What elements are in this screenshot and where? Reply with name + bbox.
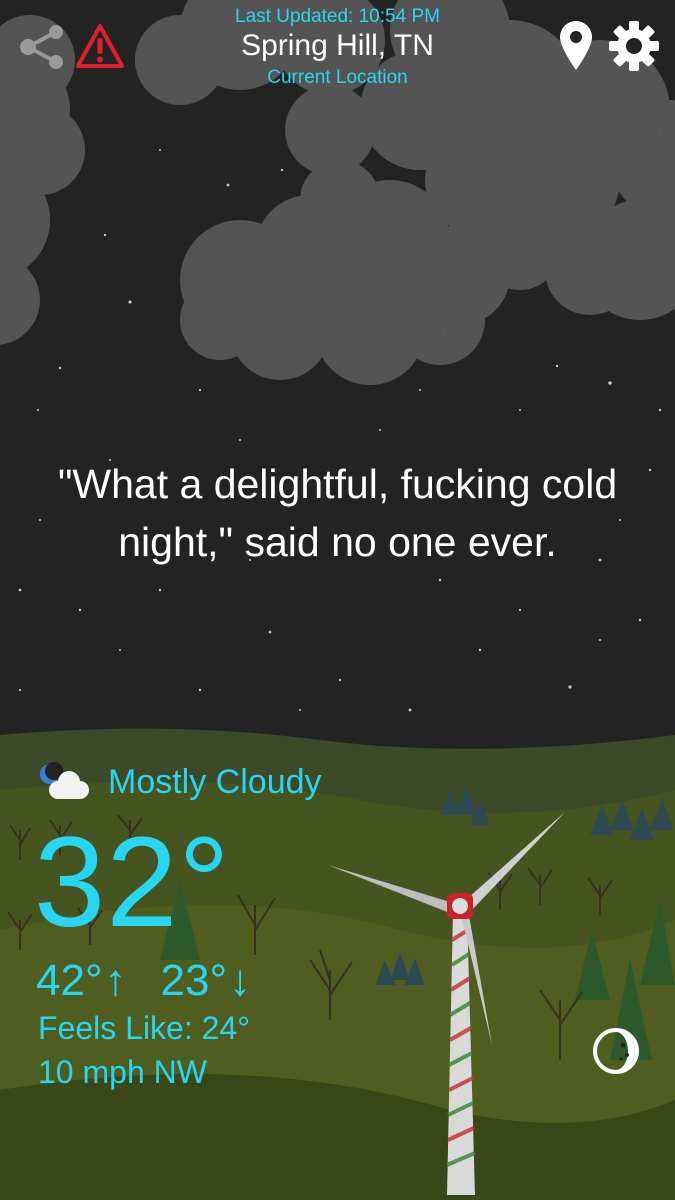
wind-text: 10 mph NW	[38, 1054, 207, 1090]
weather-quote: "What a delightful, fucking cold night,"…	[57, 461, 618, 565]
high-temperature: 42°	[36, 956, 103, 1005]
weather-alert-button[interactable]	[74, 22, 126, 70]
up-arrow-icon: ↑	[104, 956, 127, 1005]
location-button[interactable]	[556, 20, 596, 72]
moon-cloud-icon	[40, 762, 89, 799]
gear-icon	[609, 21, 659, 71]
header: Last Updated: 10:54 PM Spring Hill, TN C…	[0, 0, 675, 100]
high-low-temperatures: 42°↑ 23°↓	[36, 955, 253, 1007]
warning-triangle-icon	[76, 24, 124, 68]
condition-text: Mostly Cloudy	[108, 763, 322, 801]
map-pin-icon	[560, 21, 592, 70]
share-button[interactable]	[16, 22, 68, 72]
moon-phase-button[interactable]	[590, 1025, 642, 1077]
moon-phase-icon	[593, 1028, 639, 1074]
low-temperature: 23°	[160, 956, 228, 1005]
current-temperature: 32°	[34, 811, 231, 954]
down-arrow-icon: ↓	[229, 956, 252, 1005]
settings-button[interactable]	[606, 20, 662, 72]
share-icon	[20, 25, 63, 69]
feels-like-text: Feels Like: 24°	[38, 1010, 251, 1046]
